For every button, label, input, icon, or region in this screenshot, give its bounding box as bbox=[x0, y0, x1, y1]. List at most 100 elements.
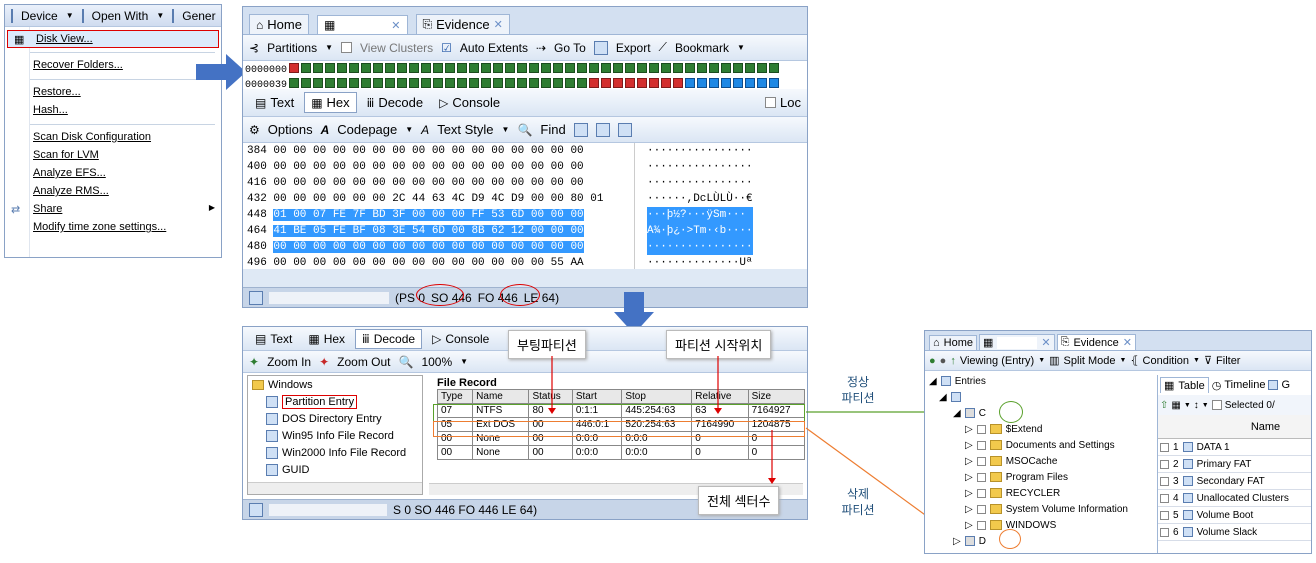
cluster-cell[interactable] bbox=[769, 63, 780, 73]
cluster-cell[interactable] bbox=[613, 63, 624, 73]
menu-item-analyze-efs[interactable]: Analyze EFS... bbox=[5, 165, 221, 183]
menu-item-scan-for-lvm[interactable]: Scan for LVM bbox=[5, 147, 221, 165]
tree-item-folder[interactable]: ▷ WINDOWS bbox=[927, 517, 1153, 533]
condition-button[interactable]: Condition bbox=[1143, 355, 1189, 367]
checkbox[interactable] bbox=[976, 472, 986, 482]
cluster-cell[interactable] bbox=[325, 63, 336, 73]
chevron-down-icon[interactable]: ▼ bbox=[1184, 402, 1191, 409]
list-item[interactable]: 6 Volume Slack bbox=[1158, 524, 1311, 541]
zoom-out-button[interactable]: Zoom Out bbox=[337, 355, 390, 369]
table-header-cell[interactable]: Relative bbox=[691, 389, 749, 404]
tab-disk-view[interactable]: ▦ ✕ bbox=[316, 15, 408, 34]
tab-text[interactable]: ▤ Text bbox=[249, 93, 300, 112]
close-icon[interactable]: ✕ bbox=[391, 19, 400, 32]
cluster-cell[interactable] bbox=[385, 63, 396, 73]
cluster-cell[interactable] bbox=[601, 63, 612, 73]
horizontal-scrollbar[interactable] bbox=[248, 482, 422, 494]
checkbox[interactable] bbox=[1160, 442, 1169, 452]
cluster-cell[interactable] bbox=[517, 78, 528, 88]
list-item[interactable]: 2 Primary FAT bbox=[1158, 456, 1311, 473]
find-button[interactable]: Find bbox=[540, 122, 565, 137]
cluster-cell[interactable] bbox=[601, 78, 612, 88]
tab-decode[interactable]: ⅲ Decode bbox=[355, 328, 423, 349]
cluster-cell[interactable] bbox=[349, 78, 360, 88]
cluster-cell[interactable] bbox=[553, 63, 564, 73]
selected-checkbox[interactable] bbox=[1211, 400, 1222, 410]
table-header-cell[interactable]: Name bbox=[472, 389, 530, 404]
checkbox[interactable] bbox=[976, 456, 986, 466]
open-with-button[interactable]: Open With bbox=[92, 9, 149, 23]
cluster-cell[interactable] bbox=[493, 63, 504, 73]
bookmark-button[interactable]: Bookmark bbox=[675, 41, 729, 55]
cluster-cell[interactable] bbox=[481, 63, 492, 73]
table-header-cell[interactable]: Type bbox=[436, 389, 474, 404]
cluster-cell[interactable] bbox=[613, 78, 624, 88]
forward-icon[interactable]: ● bbox=[940, 355, 947, 367]
checkbox[interactable] bbox=[976, 488, 986, 498]
auto-extents-checkbox[interactable]: ☑ bbox=[441, 41, 452, 55]
copy-icon[interactable] bbox=[573, 122, 588, 137]
menu-item-recover-folders[interactable]: Recover Folders... bbox=[5, 57, 221, 75]
menu-item-modify-time-zone[interactable]: Modify time zone settings... bbox=[5, 219, 221, 237]
cluster-cell[interactable] bbox=[469, 63, 480, 73]
cluster-cell[interactable] bbox=[517, 63, 528, 73]
codepage-button[interactable]: Codepage bbox=[337, 122, 397, 137]
viewing-button[interactable]: Viewing (Entry) bbox=[960, 355, 1034, 367]
cluster-cell[interactable] bbox=[541, 78, 552, 88]
cluster-cell[interactable] bbox=[505, 63, 516, 73]
cluster-cell[interactable] bbox=[745, 63, 756, 73]
menu-item-disk-view[interactable]: ▦ Disk View... bbox=[7, 30, 219, 48]
tab-timeline[interactable]: Timeline bbox=[1224, 379, 1265, 391]
expand-icon[interactable]: ▷ bbox=[965, 440, 973, 451]
checkbox[interactable] bbox=[976, 440, 986, 450]
cluster-cell[interactable] bbox=[649, 63, 660, 73]
cluster-cell[interactable] bbox=[565, 63, 576, 73]
cluster-cell[interactable] bbox=[301, 63, 312, 73]
cluster-cell[interactable] bbox=[433, 63, 444, 73]
tab-console[interactable]: ▷ Console bbox=[433, 93, 506, 112]
page-icon[interactable] bbox=[595, 122, 610, 137]
cluster-cell[interactable] bbox=[541, 63, 552, 73]
cluster-cell[interactable] bbox=[337, 78, 348, 88]
lock-checkbox[interactable] bbox=[765, 97, 777, 108]
view-clusters-checkbox[interactable] bbox=[341, 42, 353, 53]
cluster-cell[interactable] bbox=[757, 63, 768, 73]
cluster-cell[interactable] bbox=[325, 78, 336, 88]
close-icon[interactable]: ✕ bbox=[494, 18, 503, 31]
expand-icon[interactable]: ◢ bbox=[953, 408, 961, 419]
cluster-cell[interactable] bbox=[757, 78, 768, 88]
cluster-cell[interactable] bbox=[673, 63, 684, 73]
tab-console[interactable]: ▷ Console bbox=[426, 330, 495, 348]
cluster-cell[interactable] bbox=[481, 78, 492, 88]
up-icon[interactable]: ⇧ bbox=[1160, 400, 1168, 411]
zoom-in-button[interactable]: Zoom In bbox=[267, 355, 311, 369]
cluster-cell[interactable] bbox=[649, 78, 660, 88]
tree-item-folder[interactable]: ▷ $Extend bbox=[927, 421, 1153, 437]
cluster-cell[interactable] bbox=[505, 78, 516, 88]
sort-icon[interactable]: ↕ bbox=[1194, 400, 1199, 411]
cluster-cell[interactable] bbox=[445, 78, 456, 88]
menu-item-share[interactable]: ⇄ Share ▶ bbox=[5, 201, 221, 219]
cluster-cell[interactable] bbox=[589, 78, 600, 88]
hex-row[interactable]: 464 41 BE 05 FE BF 08 3E 54 6D 00 8B 62 … bbox=[247, 223, 634, 239]
cluster-cell[interactable] bbox=[457, 78, 468, 88]
close-icon[interactable]: ✕ bbox=[1041, 336, 1050, 349]
cluster-cell[interactable] bbox=[685, 63, 696, 73]
cluster-cell[interactable] bbox=[385, 78, 396, 88]
table-header-cell[interactable]: Status bbox=[528, 389, 573, 404]
tree-item-guid[interactable]: GUID bbox=[248, 461, 422, 478]
cluster-cell[interactable] bbox=[661, 78, 672, 88]
up-icon[interactable]: ↑ bbox=[950, 355, 956, 367]
device-button[interactable]: Device bbox=[21, 9, 58, 23]
chevron-down-icon[interactable]: ▼ bbox=[737, 43, 745, 52]
zoom-select[interactable]: 100% bbox=[421, 355, 452, 369]
options-button[interactable]: Options bbox=[268, 122, 313, 137]
tree-item-d[interactable]: ▷ D bbox=[927, 533, 1153, 549]
tab-home[interactable]: ⌂ Home bbox=[929, 335, 977, 350]
tree-item-case[interactable]: ◢ bbox=[927, 389, 1153, 405]
tree-item-folder[interactable]: ▷ MSOCache bbox=[927, 453, 1153, 469]
export-button[interactable]: Export bbox=[616, 41, 651, 55]
tab-evidence[interactable]: ⎘ Evidence ✕ bbox=[1056, 334, 1136, 350]
cluster-cell[interactable] bbox=[577, 63, 588, 73]
checkbox[interactable] bbox=[976, 424, 986, 434]
